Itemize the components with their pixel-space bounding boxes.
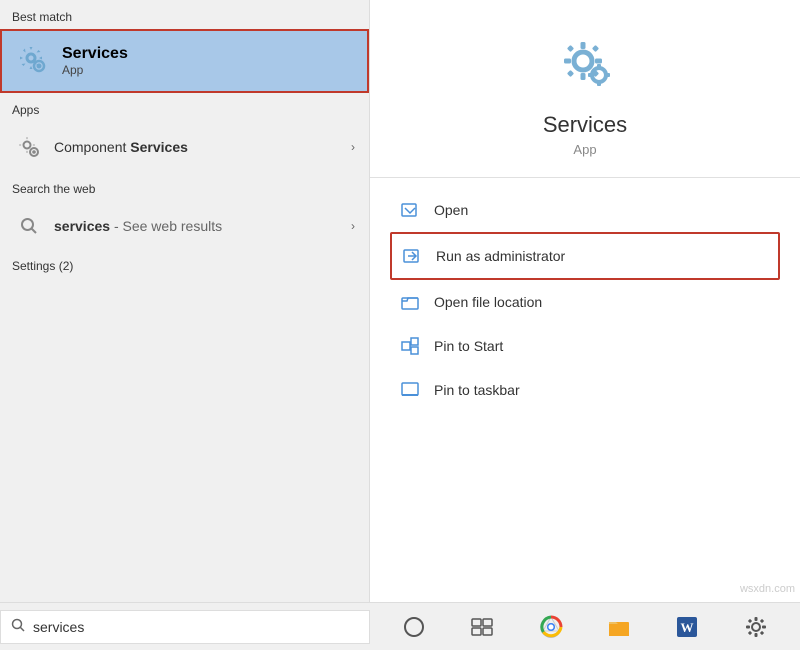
pin-start-icon xyxy=(398,334,422,358)
open-icon xyxy=(398,198,422,222)
taskbar-search-icon xyxy=(11,618,25,635)
web-label: Search the web xyxy=(0,172,369,201)
file-explorer-icon[interactable] xyxy=(603,611,635,643)
admin-icon xyxy=(400,244,424,268)
best-match-title: Services xyxy=(62,45,128,63)
search-icon xyxy=(14,211,44,241)
file-location-icon xyxy=(398,290,422,314)
action-open-file-location[interactable]: Open file location xyxy=(390,280,780,324)
settings-label: Settings (2) xyxy=(0,251,369,278)
action-list: Open Run as administrator xyxy=(370,188,800,412)
run-as-admin-label: Run as administrator xyxy=(436,248,565,264)
web-search-text: services - See web results xyxy=(54,218,351,234)
pin-to-start-label: Pin to Start xyxy=(434,338,503,354)
taskbar-icons: W xyxy=(370,611,800,643)
task-view-icon[interactable] xyxy=(466,611,498,643)
word-icon[interactable]: W xyxy=(671,611,703,643)
taskbar-settings-icon[interactable] xyxy=(740,611,772,643)
best-match-item[interactable]: Services App xyxy=(0,29,369,93)
taskbar: services xyxy=(0,602,800,650)
component-services-icon xyxy=(14,132,44,162)
right-panel: Services App Open xyxy=(370,0,800,602)
app-title: Services xyxy=(543,112,627,138)
open-label: Open xyxy=(434,202,468,218)
app-subtitle: App xyxy=(573,142,596,157)
cortana-icon[interactable] xyxy=(398,611,430,643)
chrome-icon[interactable] xyxy=(535,611,567,643)
component-services-item[interactable]: Component Services › xyxy=(0,122,369,172)
action-pin-to-taskbar[interactable]: Pin to taskbar xyxy=(390,368,780,412)
best-match-label: Best match xyxy=(0,0,369,29)
svg-text:W: W xyxy=(681,620,694,635)
action-open[interactable]: Open xyxy=(390,188,780,232)
taskbar-search[interactable]: services xyxy=(0,610,370,644)
component-services-text: Component Services xyxy=(54,139,351,155)
web-search-item[interactable]: services - See web results › xyxy=(0,201,369,251)
taskbar-search-text: services xyxy=(33,619,84,635)
open-file-location-label: Open file location xyxy=(434,294,542,310)
web-chevron-icon: › xyxy=(351,219,355,233)
left-panel: Best match xyxy=(0,0,370,602)
pin-taskbar-icon xyxy=(398,378,422,402)
pin-to-taskbar-label: Pin to taskbar xyxy=(434,382,520,398)
services-icon xyxy=(16,43,52,79)
best-match-text: Services App xyxy=(62,45,128,77)
action-pin-to-start[interactable]: Pin to Start xyxy=(390,324,780,368)
action-run-as-admin[interactable]: Run as administrator xyxy=(390,232,780,280)
best-match-subtitle: App xyxy=(62,63,128,77)
app-icon-large xyxy=(550,30,620,100)
apps-label: Apps xyxy=(0,93,369,122)
divider xyxy=(370,177,800,178)
watermark: wsxdn.com xyxy=(740,583,795,595)
chevron-right-icon: › xyxy=(351,140,355,154)
